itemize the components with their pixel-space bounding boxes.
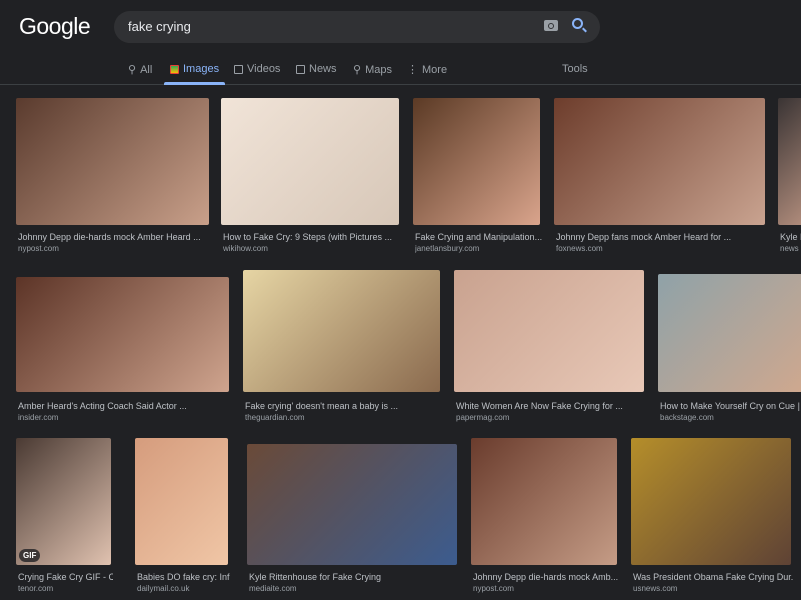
result-thumbnail[interactable] [471,438,617,565]
result-source: nypost.com [473,584,514,593]
image-result[interactable]: GIF Crying Fake Cry GIF - C... tenor.com [16,438,113,599]
result-title[interactable]: How to Fake Cry: 9 Steps (with Pictures … [223,232,401,242]
google-logo[interactable]: Google [19,13,91,40]
result-thumbnail[interactable] [413,98,540,225]
result-thumbnail[interactable] [16,277,229,392]
image-result[interactable]: White Women Are Now Fake Crying for ... … [454,270,644,428]
result-title[interactable]: Johnny Depp fans mock Amber Heard for ..… [556,232,767,242]
result-title[interactable]: Fake crying' doesn't mean a baby is ... [245,401,442,411]
result-title[interactable]: Johnny Depp die-hards mock Amb... [473,572,619,582]
image-result[interactable]: Johnny Depp fans mock Amber Heard for ..… [554,98,765,259]
result-thumbnail[interactable] [631,438,791,565]
result-title[interactable]: How to Make Yourself Cry on Cue | B [660,401,801,411]
image-result[interactable]: Was President Obama Fake Crying Dur... u… [631,438,793,599]
result-thumbnail[interactable] [658,274,801,392]
search-box[interactable] [114,11,600,43]
search-icon[interactable] [572,18,583,29]
map-pin-icon: ⚲ [353,64,362,76]
tab-more[interactable]: ⋮ More [407,63,447,77]
image-result[interactable]: Babies DO fake cry: Inf... dailymail.co.… [135,438,230,599]
more-vert-icon: ⋮ [407,64,418,76]
image-result[interactable]: Fake Crying and Manipulation... janetlan… [413,98,542,259]
result-thumbnail[interactable] [135,438,228,565]
result-thumbnail[interactable]: GIF [16,438,111,565]
result-thumbnail[interactable] [554,98,765,225]
result-title[interactable]: Crying Fake Cry GIF - C... [18,572,113,582]
result-thumbnail[interactable] [243,270,440,392]
result-title[interactable]: Babies DO fake cry: Inf... [137,572,230,582]
result-thumbnail[interactable] [778,98,801,225]
image-result[interactable]: Kyle Rittenhouse for Fake Crying mediait… [247,444,457,599]
tab-videos[interactable]: Videos [234,63,280,75]
result-source: theguardian.com [245,413,305,422]
result-source: foxnews.com [556,244,603,253]
image-result[interactable]: Kyle R news [778,98,801,259]
image-result[interactable]: How to Make Yourself Cry on Cue | B back… [658,274,801,428]
image-icon [170,64,179,74]
active-tab-indicator [164,82,225,85]
camera-icon[interactable] [544,20,558,31]
tab-news[interactable]: News [296,63,337,75]
result-thumbnail[interactable] [247,444,457,565]
result-source: backstage.com [660,413,714,422]
search-tabs: ⚲ All Images Videos News ⚲ Maps ⋮ More Tool… [0,60,801,85]
result-title[interactable]: Kyle Rittenhouse for Fake Crying [249,572,459,582]
result-title[interactable]: White Women Are Now Fake Crying for ... [456,401,646,411]
result-title[interactable]: Johnny Depp die-hards mock Amber Heard .… [18,232,211,242]
result-thumbnail[interactable] [16,98,209,225]
play-icon [234,64,243,74]
result-title[interactable]: Was President Obama Fake Crying Dur... [633,572,793,582]
result-source: wikihow.com [223,244,268,253]
result-thumbnail[interactable] [221,98,399,225]
result-title[interactable]: Amber Heard's Acting Coach Said Actor ..… [18,401,231,411]
result-source: dailymail.co.uk [137,584,190,593]
gif-badge: GIF [19,549,41,562]
result-source: insider.com [18,413,59,422]
result-source: usnews.com [633,584,678,593]
result-source: papermag.com [456,413,510,422]
result-source: tenor.com [18,584,54,593]
result-source: mediaite.com [249,584,297,593]
image-result[interactable]: Johnny Depp die-hards mock Amber Heard .… [16,98,209,259]
image-result[interactable]: How to Fake Cry: 9 Steps (with Pictures … [221,98,399,259]
tab-maps[interactable]: ⚲ Maps [353,63,392,77]
search-icon: ⚲ [128,64,137,76]
search-input[interactable] [128,19,508,34]
result-thumbnail[interactable] [454,270,644,392]
tab-images[interactable]: Images [170,63,219,75]
result-title[interactable]: Kyle R [780,232,801,242]
tools-button[interactable]: Tools [562,63,588,75]
tab-all[interactable]: ⚲ All [128,63,152,77]
result-source: nypost.com [18,244,59,253]
result-title[interactable]: Fake Crying and Manipulation... [415,232,542,242]
result-source: news [780,244,799,253]
result-source: janetlansbury.com [415,244,480,253]
image-result[interactable]: Fake crying' doesn't mean a baby is ... … [243,270,440,428]
image-result[interactable]: Johnny Depp die-hards mock Amb... nypost… [471,438,619,599]
news-icon [296,64,305,74]
image-result[interactable]: Amber Heard's Acting Coach Said Actor ..… [16,277,229,428]
